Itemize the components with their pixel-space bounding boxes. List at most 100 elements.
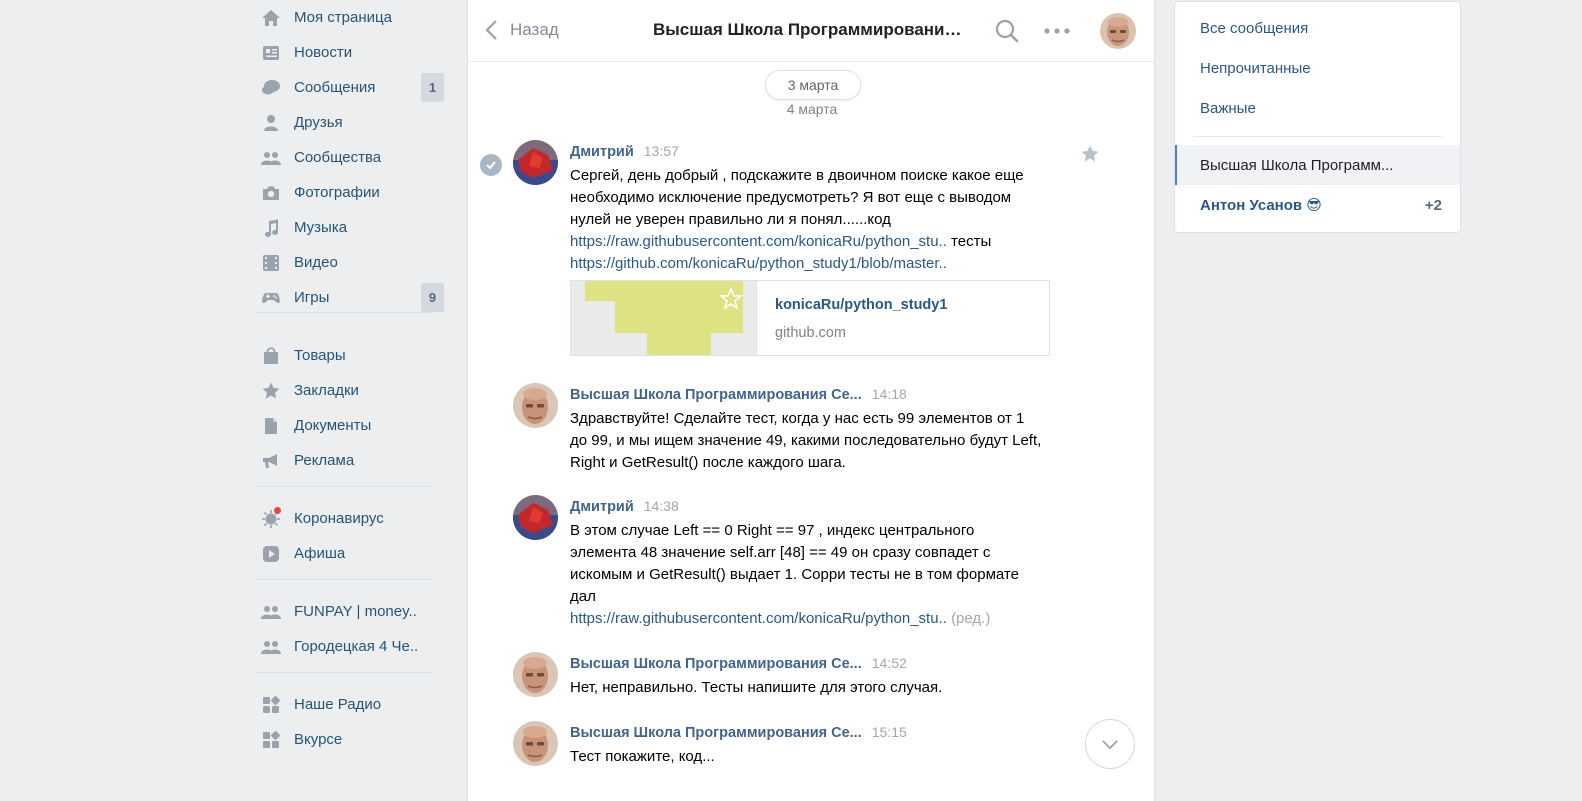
sidebar-item-photos[interactable]: Фотографии: [256, 175, 380, 210]
sidebar-item-groups[interactable]: Сообщества: [256, 140, 381, 175]
apps-icon: [260, 694, 282, 716]
sidebar-item-label: Закладки: [294, 382, 359, 399]
message-item[interactable]: Высшая Школа Программирования Се... 14:18…: [468, 383, 1156, 478]
sidebar-item-funpay[interactable]: FUNPAY | money..: [256, 594, 417, 629]
group-icon: [260, 636, 282, 658]
author-name[interactable]: Высшая Школа Программирования Се...: [570, 387, 862, 403]
filter-important[interactable]: Важные: [1175, 88, 1460, 128]
sidebar-item-vkurse[interactable]: Вкурсе: [256, 722, 342, 757]
sidebar-item-documents[interactable]: Документы: [256, 408, 371, 443]
sidebar-item-label: Игры: [294, 289, 330, 306]
sidebar-item-my-page[interactable]: Моя страница: [256, 0, 392, 35]
sidebar-item-label: Реклама: [294, 452, 355, 469]
sidebar-divider: [256, 579, 432, 580]
search-icon[interactable]: [994, 18, 1020, 44]
sidebar-item-friends[interactable]: Друзья: [256, 105, 343, 140]
author-avatar[interactable]: [513, 721, 558, 766]
sidebar-item-label: Моя страница: [294, 9, 392, 26]
sidebar-item-label: Афиша: [294, 545, 346, 562]
music-icon: [260, 217, 282, 239]
news-icon: [260, 42, 282, 64]
message-author[interactable]: Дмитрий 14:38: [570, 498, 679, 515]
sidebar-item-label: Наше Радио: [294, 696, 382, 713]
filter-all-messages[interactable]: Все сообщения: [1175, 8, 1460, 48]
sidebar-item-bookmarks[interactable]: Закладки: [256, 373, 359, 408]
filter-unread[interactable]: Непрочитанные: [1175, 48, 1460, 88]
notification-dot: [274, 507, 281, 514]
author-avatar[interactable]: [513, 652, 558, 697]
sidebar-item-news[interactable]: Новости: [256, 35, 352, 70]
chat-title[interactable]: Высшая Школа Программирования ...: [653, 20, 971, 40]
chevron-down-icon: [1102, 739, 1118, 749]
attachment-domain: github.com: [775, 325, 846, 341]
sidebar-item-messages[interactable]: Сообщения 1: [256, 70, 444, 105]
sidebar-item-label: Новости: [294, 44, 353, 61]
back-button[interactable]: Назад: [484, 19, 559, 41]
sidebar-divider: [256, 312, 432, 313]
sidebar-item-ads[interactable]: Реклама: [256, 443, 354, 478]
play-icon: [260, 543, 282, 565]
message-time[interactable]: 14:52: [872, 655, 907, 671]
chat-panel: Назад Высшая Школа Программирования ... …: [467, 0, 1155, 801]
scroll-down-button[interactable]: [1085, 719, 1135, 769]
author-name[interactable]: Дмитрий: [570, 499, 634, 515]
back-label: Назад: [510, 20, 559, 39]
active-chat-item[interactable]: Высшая Школа Программ...: [1175, 145, 1460, 185]
message-time[interactable]: 15:15: [872, 724, 907, 740]
message-link[interactable]: https://raw.githubusercontent.com/konica…: [570, 610, 947, 627]
sidebar-divider: [256, 672, 432, 673]
camera-icon: [260, 182, 282, 204]
sidebar-item-label: Видео: [294, 254, 338, 271]
sidebar-item-gorodetskaya[interactable]: Городецкая 4 Че..: [256, 629, 418, 664]
sidebar-item-video[interactable]: Видео: [256, 245, 338, 280]
message-link[interactable]: https://raw.githubusercontent.com/konica…: [570, 233, 947, 250]
more-icon[interactable]: [1042, 22, 1072, 40]
message-link[interactable]: https://github.com/konicaRu/python_study…: [570, 255, 947, 272]
video-icon: [260, 252, 282, 274]
sidebar-item-nashe-radio[interactable]: Наше Радио: [256, 687, 381, 722]
message-author[interactable]: Высшая Школа Программирования Се... 15:15: [570, 724, 907, 741]
message-author[interactable]: Дмитрий 13:57: [570, 143, 679, 160]
sidebar-item-afisha[interactable]: Афиша: [256, 536, 345, 571]
star-icon[interactable]: [1080, 144, 1100, 164]
message-text: Тест покажите, код...: [570, 748, 715, 765]
author-name[interactable]: Высшая Школа Программирования Се...: [570, 725, 862, 741]
sidebar-item-games[interactable]: Игры 9: [256, 280, 444, 315]
attachment-title[interactable]: konicaRu/python_study1: [775, 297, 947, 313]
sidebar-item-market[interactable]: Товары: [256, 338, 346, 373]
message-time[interactable]: 14:38: [644, 498, 679, 514]
link-attachment[interactable]: konicaRu/python_study1 github.com: [570, 280, 1050, 356]
chat-header: Назад Высшая Школа Программирования ...: [468, 0, 1154, 62]
message-item[interactable]: Дмитрий 14:38 В этом случае Left == 0 Rig…: [468, 495, 1156, 635]
message-item[interactable]: Высшая Школа Программирования Се... 14:52…: [468, 652, 1156, 704]
sidebar-item-label: Городецкая 4 Че..: [294, 638, 419, 655]
author-avatar[interactable]: [513, 383, 558, 428]
selected-check-icon[interactable]: [480, 154, 502, 176]
sidebar-item-music[interactable]: Музыка: [256, 210, 347, 245]
edited-label: (ред.): [951, 610, 991, 627]
message-text: Сергей, день добрый , подскажите в двоич…: [570, 165, 1050, 275]
games-counter-badge: 9: [421, 283, 444, 312]
document-icon: [260, 415, 282, 437]
date-pill[interactable]: 3 марта: [765, 70, 861, 100]
sidebar-item-label: Сообщества: [294, 149, 382, 166]
author-name[interactable]: Дмитрий: [570, 144, 634, 160]
chat-avatar[interactable]: [1100, 13, 1136, 49]
sidebar-item-coronavirus[interactable]: Коронавирус: [256, 501, 384, 536]
message-author[interactable]: Высшая Школа Программирования Се... 14:52: [570, 655, 907, 672]
message-time[interactable]: 14:18: [872, 386, 907, 402]
message-body-tail: тесты: [946, 233, 992, 250]
home-icon: [260, 7, 282, 29]
author-name[interactable]: Высшая Школа Программирования Се...: [570, 656, 862, 672]
author-avatar[interactable]: [513, 495, 558, 540]
sidebar-item-label: Друзья: [294, 114, 343, 131]
message-item[interactable]: Дмитрий 13:57 Сергей, день добрый , подск…: [468, 140, 1156, 360]
chat-item-anton[interactable]: Антон Усанов 😎 +2: [1175, 185, 1460, 225]
sidebar-item-label: Документы: [294, 417, 372, 434]
message-time[interactable]: 13:57: [644, 143, 679, 159]
apps-icon: [260, 729, 282, 751]
message-item[interactable]: Высшая Школа Программирования Се... 15:15…: [468, 721, 1156, 773]
message-author[interactable]: Высшая Школа Программирования Се... 14:18: [570, 386, 907, 403]
chevron-left-icon: [485, 20, 497, 40]
author-avatar[interactable]: [513, 140, 558, 185]
